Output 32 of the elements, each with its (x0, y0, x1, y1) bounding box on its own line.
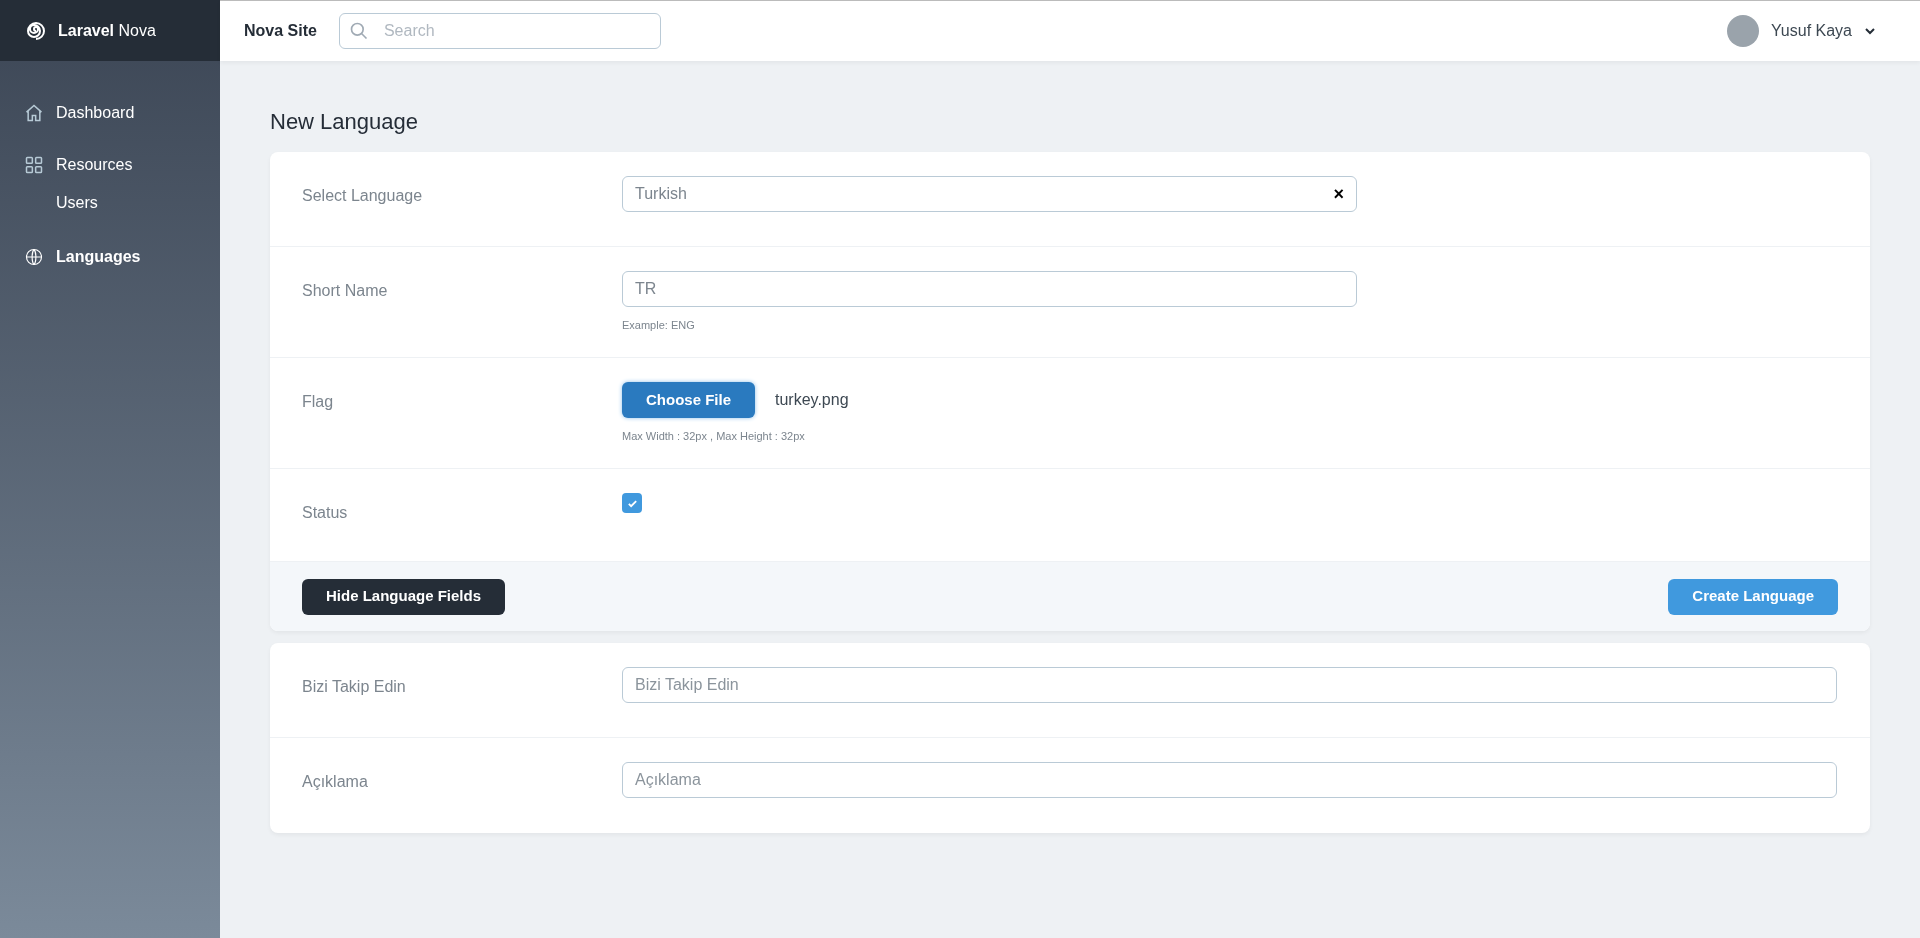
clear-button[interactable]: × (1333, 185, 1344, 203)
help-text: Example: ENG (622, 318, 696, 333)
field-label: Bizi Takip Edin (302, 677, 407, 697)
globe-icon (24, 247, 44, 267)
help-text: Max Width : 32px , Max Height : 32px (622, 429, 806, 444)
search-field[interactable]: Search (338, 13, 661, 49)
sidebar-subitem[interactable]: Users (24, 191, 196, 231)
sidebar-item[interactable]: Dashboard (24, 87, 196, 139)
field-label: Açıklama (302, 772, 369, 792)
field-label: Status (302, 503, 349, 523)
site-name: Nova Site (244, 21, 317, 41)
search-icon (348, 21, 369, 41)
chevron-down-icon[interactable] (1864, 25, 1876, 37)
user-name[interactable]: Yusuf Kaya (1771, 19, 1852, 43)
sidebar-item[interactable]: Resources (24, 139, 196, 191)
page-title: New Language (270, 108, 419, 136)
file-name: turkey.png (775, 390, 849, 410)
avatar[interactable] (1727, 15, 1760, 47)
brand-name: Laravel Nova (58, 20, 156, 41)
choose-file-button[interactable]: Choose File (622, 382, 755, 418)
grid-icon (24, 155, 44, 175)
field-label: Select Language (302, 186, 424, 206)
hide-fields-button[interactable]: Hide Language Fields (302, 578, 506, 615)
sidebar-item[interactable]: Languages (24, 231, 196, 283)
status-checkbox[interactable] (622, 493, 642, 513)
field-label: Short Name (302, 281, 389, 301)
input-field[interactable]: Bizi Takip Edin (622, 667, 1837, 703)
input-field[interactable]: TR (622, 271, 1357, 307)
field-label: Flag (302, 392, 335, 412)
input-field[interactable]: Açıklama (622, 762, 1837, 798)
select-field[interactable]: Turkish × (622, 176, 1357, 212)
home-icon (24, 103, 44, 123)
